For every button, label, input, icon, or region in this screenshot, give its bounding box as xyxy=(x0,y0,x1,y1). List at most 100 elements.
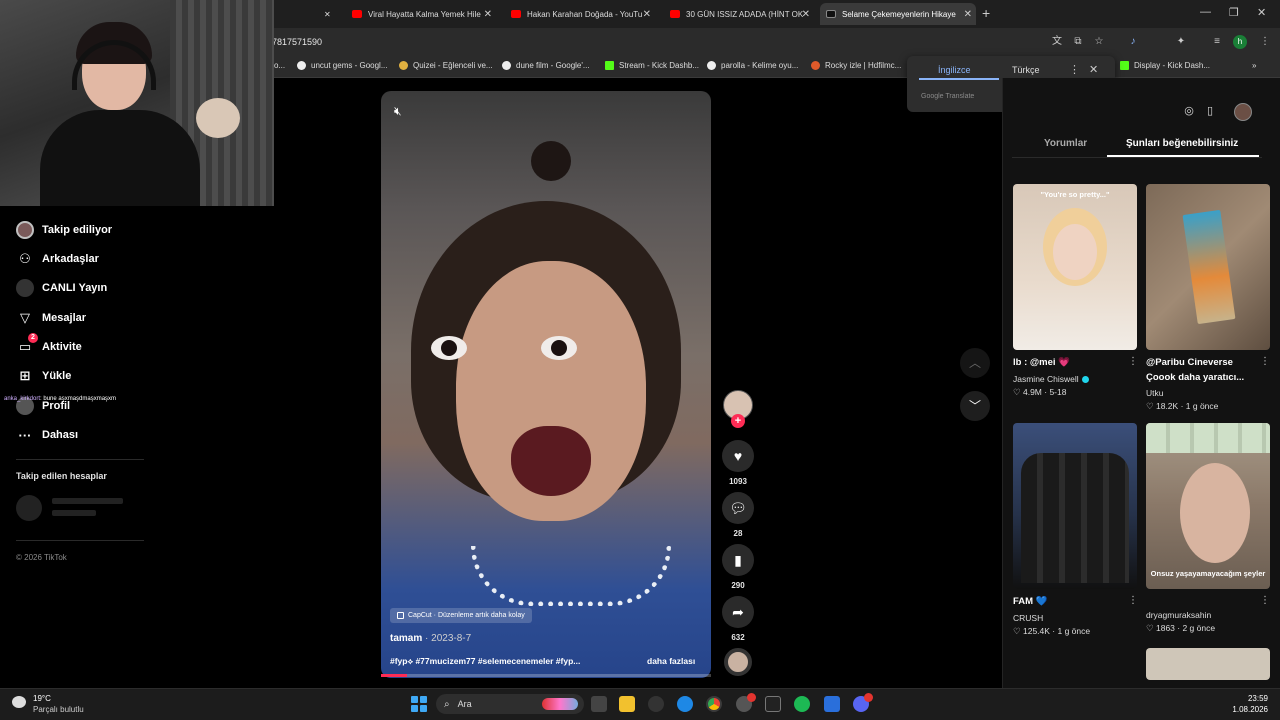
close-icon[interactable]: ✕ xyxy=(318,3,338,25)
share-button[interactable]: ➦ xyxy=(722,596,754,628)
sidebar-item-friends[interactable]: ⚇ Arkadaşlar xyxy=(16,250,99,268)
close-icon[interactable]: ✕ xyxy=(1089,63,1098,76)
video-progress-bar[interactable] xyxy=(381,674,711,677)
notification-badge: 2 xyxy=(28,333,38,343)
video-subject-mouth xyxy=(511,426,591,496)
bookmark-item[interactable]: o... xyxy=(274,61,285,70)
like-button[interactable]: ♥ xyxy=(722,440,754,472)
suggested-video-thumbnail[interactable]: "You're so pretty..." xyxy=(1013,184,1137,350)
suggested-video-author[interactable]: Jasmine Chiswell xyxy=(1013,374,1089,384)
menu-dots-icon[interactable]: ⋮ xyxy=(1260,595,1270,606)
bookmark-item[interactable]: dune film - Google'... xyxy=(502,61,590,70)
bookmark-item[interactable]: uncut gems - Googl... xyxy=(297,61,387,70)
video-author[interactable]: tamam · 2023-8-7 xyxy=(390,633,471,644)
file-explorer-icon[interactable] xyxy=(619,696,635,712)
close-icon[interactable]: ✕ xyxy=(643,9,651,20)
menu-dots-icon[interactable]: ⋮ xyxy=(1128,356,1138,367)
terminal-icon[interactable] xyxy=(765,696,781,712)
bookmark-item[interactable]: parolla - Kelime oyu... xyxy=(707,61,798,70)
sidebar-item-live[interactable]: CANLI Yayın xyxy=(16,279,107,297)
url-field[interactable]: 7817571590 xyxy=(272,37,322,47)
suggested-video-thumbnail[interactable] xyxy=(1146,648,1270,680)
more-bookmarks-icon[interactable]: » xyxy=(1252,61,1256,70)
sidebar-item-following[interactable]: Takip ediliyor xyxy=(16,221,112,239)
taskbar-search[interactable]: ⌕ Ara xyxy=(436,694,584,714)
suggested-video-thumbnail[interactable] xyxy=(1146,184,1270,350)
menu-dots-icon[interactable]: ⋮ xyxy=(1128,595,1138,606)
author-name[interactable]: tamam xyxy=(390,633,422,644)
follow-plus-icon[interactable]: + xyxy=(731,414,745,428)
save-button[interactable]: ▮ xyxy=(722,544,754,576)
bookmark-item[interactable]: Rocky izle | Hdfilmc... xyxy=(811,61,901,70)
suggested-video-thumbnail[interactable] xyxy=(1013,423,1137,589)
music-disc-icon[interactable] xyxy=(724,648,752,676)
bookmark-item[interactable]: Stream - Kick Dashb... xyxy=(605,61,699,70)
browser-tab[interactable]: Hakan Karahan Doğada - YouTu ✕ xyxy=(505,3,655,25)
sidebar-item-more[interactable]: ··· Dahası xyxy=(16,426,79,444)
translate-target-tab[interactable]: Türkçe xyxy=(1012,65,1040,75)
suggested-video-title[interactable]: @Paribu Cineverse xyxy=(1146,357,1233,368)
suggested-video-author[interactable]: dryagmuraksahin xyxy=(1146,610,1211,620)
sidebar-item-activity[interactable]: ▭ 2 Aktivite xyxy=(16,333,82,356)
extensions-icon[interactable]: ✦ xyxy=(1174,35,1188,49)
tab-suggestions[interactable]: Şunları beğenebilirsiniz xyxy=(1126,138,1238,149)
audio-icon[interactable]: ♪ xyxy=(1126,35,1140,49)
bookmark-item[interactable]: Quizei - Eğlenceli ve... xyxy=(399,61,493,70)
edge-icon[interactable] xyxy=(677,696,693,712)
see-more-link[interactable]: daha fazlası xyxy=(647,656,695,666)
menu-dots-icon[interactable]: ⋮ xyxy=(1258,35,1272,49)
browser-tab-active[interactable]: Selame Çekemeyenlerin Hikaye ✕ xyxy=(820,3,976,25)
profile-avatar[interactable]: h xyxy=(1233,35,1247,49)
suggested-video-title-line2[interactable]: Çoook daha yaratıcı... xyxy=(1146,372,1244,383)
chatgpt-icon[interactable] xyxy=(648,696,664,712)
close-window-icon[interactable]: ✕ xyxy=(1257,6,1266,19)
kick-icon xyxy=(1120,61,1129,70)
comment-button[interactable]: 💬︎ xyxy=(722,492,754,524)
close-icon[interactable]: ✕ xyxy=(964,9,972,20)
minimize-icon[interactable]: — xyxy=(1200,6,1211,18)
translate-source-tab[interactable]: İngilizce xyxy=(938,65,971,75)
user-avatar[interactable] xyxy=(1234,103,1252,121)
chevron-up-icon: ︿ xyxy=(968,356,981,370)
tab-comments[interactable]: Yorumlar xyxy=(1044,138,1087,149)
bookmark-item[interactable]: Display - Kick Dash... xyxy=(1120,61,1210,70)
suggested-video-thumbnail[interactable]: Onsuz yaşayamayacağım şeyler xyxy=(1146,423,1270,589)
close-icon[interactable]: ✕ xyxy=(802,9,810,20)
sidebar-item-messages[interactable]: ▽ Mesajlar xyxy=(16,309,86,327)
clock-time[interactable]: 23:59 xyxy=(1248,694,1268,703)
video-description[interactable]: #fyp⟡ #77mucizem77 #selemecenemeler #fyp… xyxy=(390,656,580,667)
weather-temperature[interactable]: 19°C xyxy=(33,694,51,703)
task-view-icon[interactable] xyxy=(591,696,607,712)
new-tab-button[interactable]: + xyxy=(982,5,990,21)
next-video-button[interactable]: ﹀ xyxy=(960,391,990,421)
phone-icon[interactable]: ▯ xyxy=(1202,104,1218,120)
video-player[interactable] xyxy=(381,91,711,678)
sidebar-item-upload[interactable]: ⊞ Yükle xyxy=(16,367,72,385)
weather-description[interactable]: Parçalı bulutlu xyxy=(33,705,84,714)
browser-tab[interactable]: 30 GÜN ISSIZ ADADA (HİNT OK ✕ xyxy=(664,3,814,25)
menu-dots-icon[interactable]: ⋮ xyxy=(1260,356,1270,367)
windows-start-icon[interactable] xyxy=(411,696,427,712)
previous-video-button[interactable]: ︿ xyxy=(960,348,990,378)
compass-icon[interactable]: ◎ xyxy=(1181,104,1197,120)
app-icon[interactable] xyxy=(824,696,840,712)
capcut-badge[interactable]: CapCut · Düzenleme artık daha kolay xyxy=(390,608,532,623)
clock-date[interactable]: 1.08.2026 xyxy=(1232,705,1268,714)
suggested-video-author[interactable]: Utku xyxy=(1146,388,1163,398)
restore-icon[interactable]: ❐ xyxy=(1229,6,1239,19)
browser-tab[interactable]: Viral Hayatta Kalma Yemek Hile ✕ xyxy=(346,3,496,25)
spotify-icon[interactable] xyxy=(794,696,810,712)
chrome-icon[interactable] xyxy=(706,696,722,712)
suggested-video-title[interactable]: FAM 💙 xyxy=(1013,596,1048,607)
mute-icon[interactable]: 🔇︎ xyxy=(394,104,412,122)
suggested-video-title[interactable]: lb : @mei 💗 xyxy=(1013,357,1070,368)
bookmark-star-icon[interactable]: ☆ xyxy=(1092,35,1106,49)
close-icon[interactable]: ✕ xyxy=(484,9,492,20)
translate-icon[interactable]: 文 xyxy=(1050,35,1064,49)
suggested-video-author[interactable]: CRUSH xyxy=(1013,613,1043,623)
sidebar-item-label: Takip ediliyor xyxy=(42,224,113,236)
sidebar-item-label: Dahası xyxy=(42,429,79,441)
menu-dots-icon[interactable]: ⋮ xyxy=(1069,63,1080,76)
reading-list-icon[interactable]: ≡ xyxy=(1210,35,1224,49)
install-app-icon[interactable]: ⧉ xyxy=(1071,35,1085,49)
